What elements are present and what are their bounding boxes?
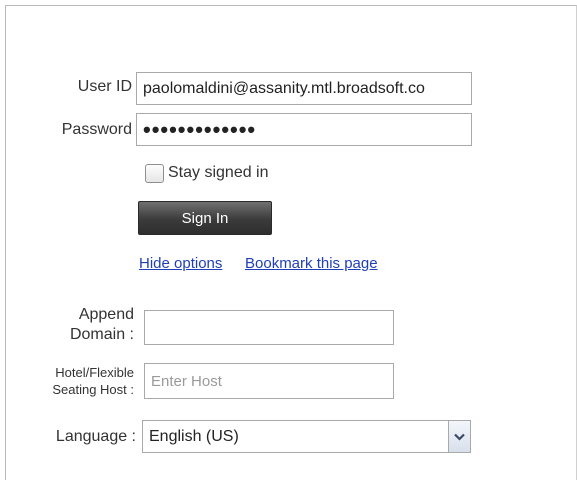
password-value: ••••••••••••• (143, 116, 257, 142)
user-id-label: User ID (77, 78, 132, 95)
bookmark-page-link[interactable]: Bookmark this page (245, 255, 378, 272)
language-dropdown-button[interactable] (448, 421, 470, 452)
append-domain-input[interactable] (144, 310, 394, 345)
hotel-seating-label-line1: Hotel/Flexible (55, 365, 134, 380)
host-input[interactable]: Enter Host (144, 363, 394, 399)
password-input[interactable]: ••••••••••••• (136, 113, 472, 146)
stay-signed-in-checkbox[interactable] (145, 164, 164, 183)
hotel-seating-label: Hotel/Flexible Seating Host : (8, 364, 134, 398)
sign-in-button[interactable]: Sign In (138, 201, 272, 235)
stay-signed-in-label[interactable]: Stay signed in (168, 164, 269, 182)
user-id-input[interactable]: paolomaldini@assanity.mtl.broadsoft.co (136, 72, 472, 105)
append-domain-label: Append Domain : (30, 305, 134, 345)
sign-in-label: Sign In (181, 209, 229, 227)
append-domain-label-line1: Append (78, 306, 134, 323)
hide-options-link[interactable]: Hide options (139, 255, 222, 272)
language-select[interactable]: English (US) (142, 420, 471, 453)
language-value: English (US) (149, 427, 239, 445)
user-id-value: paolomaldini@assanity.mtl.broadsoft.co (143, 79, 425, 97)
password-label: Password (61, 121, 132, 138)
append-domain-label-line2: Domain : (69, 326, 134, 343)
host-placeholder: Enter Host (151, 372, 222, 390)
hotel-seating-label-line2: Seating Host : (52, 382, 134, 397)
chevron-down-icon (454, 433, 465, 441)
language-label: Language : (55, 428, 136, 445)
